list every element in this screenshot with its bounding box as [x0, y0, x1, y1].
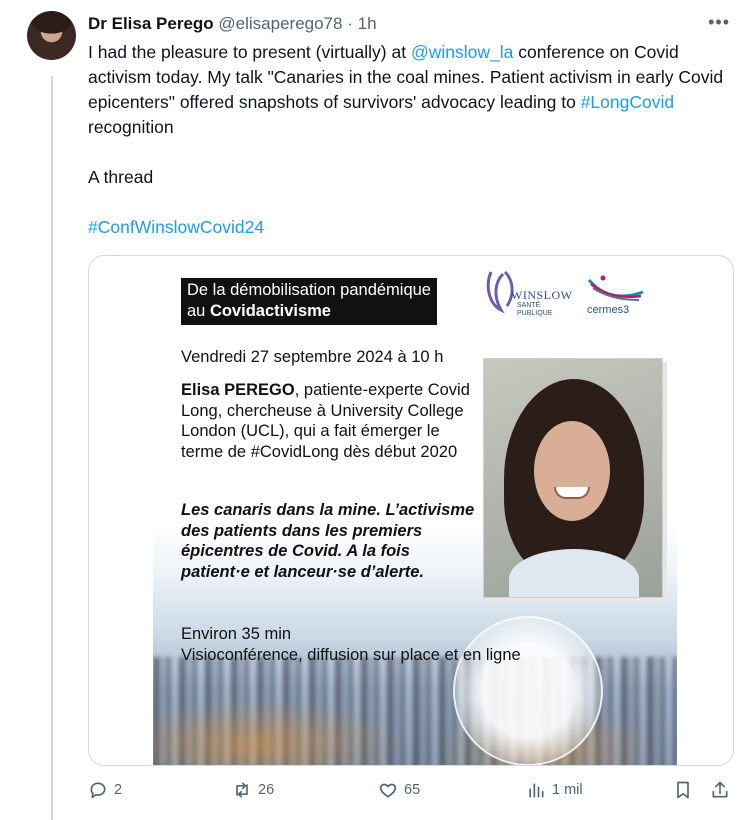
share-icon	[712, 781, 728, 798]
media-card[interactable]: De la démobilisation pandémique au Covid…	[88, 255, 734, 766]
reply-icon	[90, 782, 106, 799]
photo-face	[534, 421, 610, 521]
tweet-text-part: recognition	[88, 117, 174, 137]
cermes-logo-text: cermes3	[587, 304, 630, 316]
reply-button[interactable]: 2	[88, 780, 122, 800]
bookmark-icon	[677, 781, 689, 799]
share-button[interactable]	[710, 780, 730, 800]
cermes-logo-mark	[587, 275, 644, 301]
event-date: Vendredi 27 septembre 2024 à 10 h	[181, 348, 444, 366]
heart-icon	[379, 783, 397, 798]
poster-title: De la démobilisation pandémique au Covid…	[181, 278, 437, 325]
bookmark-button[interactable]	[673, 780, 693, 800]
event-format: Visioconférence, diffusion sur place et …	[181, 645, 521, 664]
talk-title: Les canaris dans la mine. L’activisme de…	[181, 501, 475, 581]
winslow-sub-line: SANTÉ	[517, 302, 541, 309]
event-details: Environ 35 min Visioconférence, diffusio…	[181, 624, 561, 665]
winslow-logo: WINSLOW SANTÉ PUBLIQUE	[483, 266, 583, 324]
author-handle[interactable]: @elisaperego78	[218, 14, 342, 33]
hashtag-longcovid[interactable]: #LongCovid	[581, 92, 674, 112]
tweet-text: I had the pleasure to present (virtually…	[88, 40, 728, 240]
reply-count: 2	[114, 782, 123, 798]
poster-title-line: au Covidactivisme	[187, 301, 431, 322]
winslow-logo-text: WINSLOW	[511, 288, 573, 302]
avatar-hair	[27, 11, 76, 60]
cermes-logo: cermes3	[583, 270, 653, 322]
winslow-sub-line: PUBLIQUE	[517, 310, 553, 317]
hashtag-conf[interactable]: #ConfWinslowCovid24	[88, 217, 264, 237]
poster-title-bold: Covidactivisme	[209, 302, 331, 320]
speaker-bio: Elisa PEREGO, patiente-experte Covid Lon…	[181, 380, 471, 462]
repost-icon	[236, 782, 248, 798]
poster-title-prefix: au	[187, 302, 210, 320]
repost-button[interactable]: 26	[232, 780, 274, 800]
speaker-photo	[483, 358, 663, 598]
tweet-header: Dr Elisa Perego @elisaperego78 · 1h	[88, 14, 377, 34]
mention-link[interactable]: @winslow_la	[411, 42, 513, 62]
speaker-name: Elisa PEREGO	[181, 381, 295, 399]
tweet-paragraph-2: A thread	[88, 167, 154, 187]
avatar[interactable]	[27, 11, 76, 60]
winslow-logo-sub: SANTÉ PUBLIQUE	[517, 302, 552, 318]
tweet-paragraph-3: #ConfWinslowCovid24	[88, 215, 728, 240]
author-name[interactable]: Dr Elisa Perego	[88, 14, 214, 33]
more-options-icon[interactable]: •••	[708, 12, 730, 33]
tweet-paragraph-1: I had the pleasure to present (virtually…	[88, 40, 728, 140]
tweet-time[interactable]: 1h	[358, 14, 377, 33]
views-button[interactable]: 1 mil	[526, 780, 583, 800]
like-count: 65	[404, 782, 421, 798]
event-duration: Environ 35 min	[181, 625, 292, 643]
views-icon	[529, 783, 544, 798]
views-count: 1 mil	[552, 782, 583, 798]
tweet-text-part: I had the pleasure to present (virtually…	[88, 42, 411, 62]
repost-count: 26	[258, 782, 275, 798]
like-button[interactable]: 65	[378, 780, 420, 800]
thread-line	[51, 76, 53, 820]
separator: ·	[347, 14, 353, 33]
poster-title-line: De la démobilisation pandémique	[187, 281, 431, 299]
event-poster[interactable]: De la démobilisation pandémique au Covid…	[153, 256, 677, 765]
action-bar: 2 26 65 1 mil	[88, 780, 734, 808]
